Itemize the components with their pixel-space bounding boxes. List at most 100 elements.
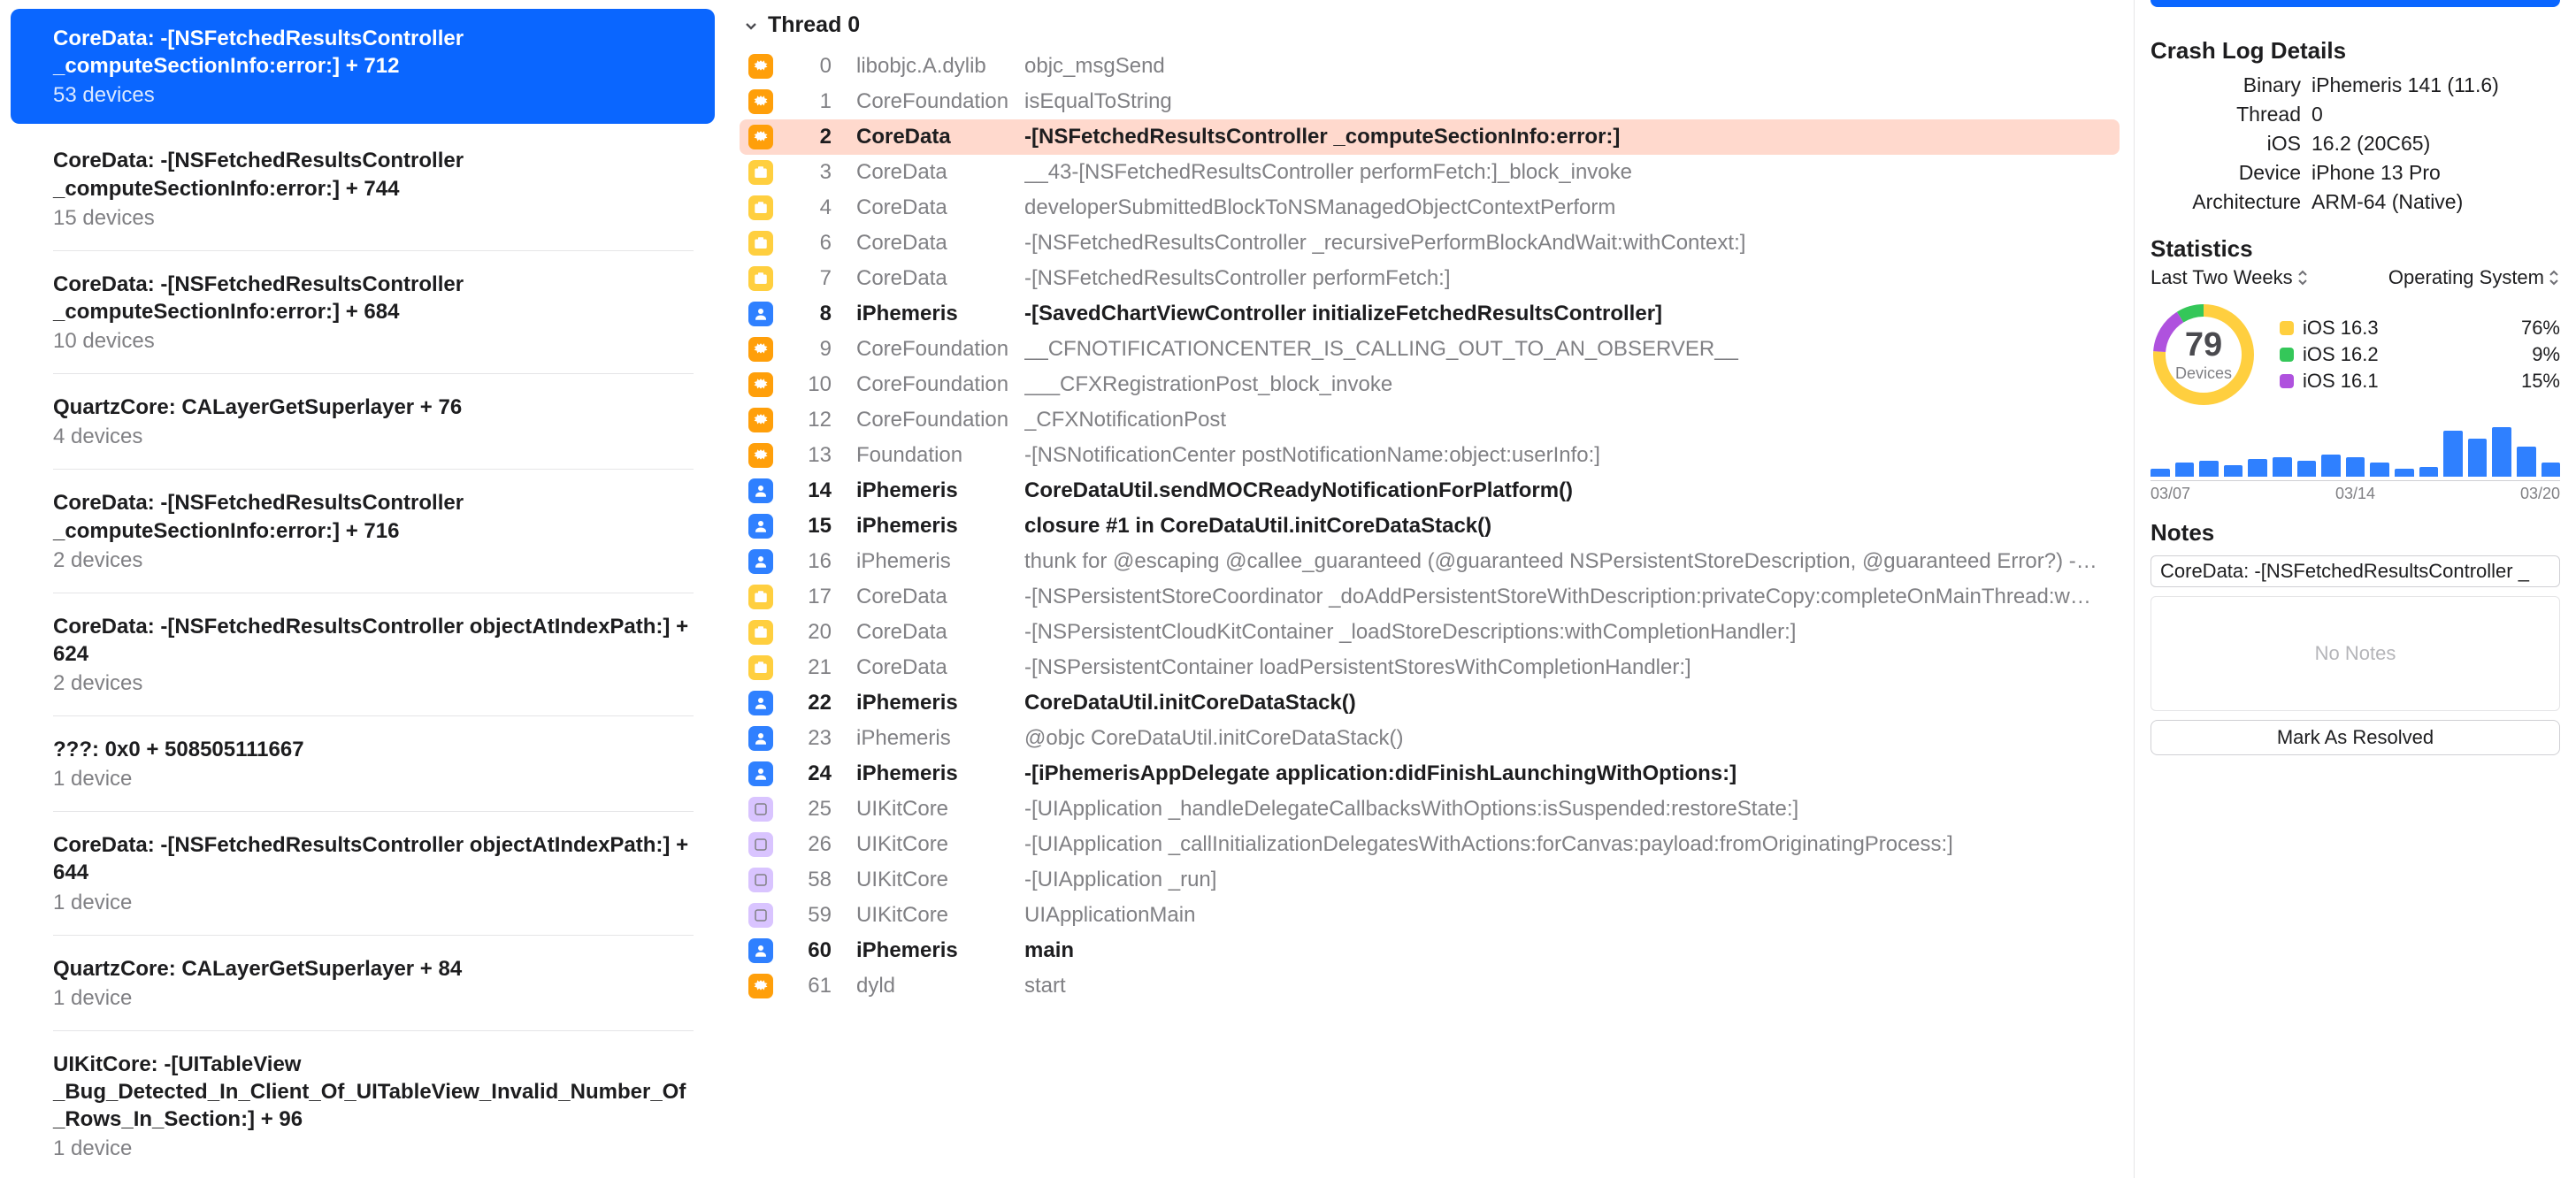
crash-list-item[interactable]: CoreData: -[NSFetchedResultsController _… xyxy=(11,473,715,588)
crash-title: CoreData: -[NSFetchedResultsController _… xyxy=(53,271,694,325)
crash-device-count: 2 devices xyxy=(53,548,694,573)
frame-symbol: -[iPhemerisAppDelegate application:didFi… xyxy=(1024,761,2111,786)
stack-frame[interactable]: 17CoreData-[NSPersistentStoreCoordinator… xyxy=(740,579,2120,615)
stack-frame[interactable]: 21CoreData-[NSPersistentContainer loadPe… xyxy=(740,650,2120,685)
time-range-select[interactable]: Last Two Weeks xyxy=(2150,266,2309,289)
crash-list-item[interactable]: CoreData: -[NSFetchedResultsController _… xyxy=(11,131,715,246)
frame-index: 20 xyxy=(794,620,856,645)
legend-percent: 9% xyxy=(2532,343,2560,366)
stack-frame[interactable]: 60iPhemerismain xyxy=(740,933,2120,968)
frame-index: 6 xyxy=(794,231,856,256)
timeline-bar xyxy=(2443,431,2463,477)
frame-library: CoreData xyxy=(856,125,1024,149)
crash-list-item[interactable]: CoreData: -[NSFetchedResultsController o… xyxy=(11,597,715,712)
frame-symbol: main xyxy=(1024,938,2111,963)
frame-index: 12 xyxy=(794,408,856,432)
crash-title: QuartzCore: CALayerGetSuperlayer + 76 xyxy=(53,394,694,421)
detail-row: BinaryiPhemeris 141 (11.6) xyxy=(2150,73,2560,97)
axis-tick: 03/07 xyxy=(2150,485,2190,503)
stack-frame[interactable]: 8iPhemeris-[SavedChartViewController ini… xyxy=(740,296,2120,332)
crash-list-item[interactable]: CoreData: -[NSFetchedResultsController _… xyxy=(11,9,715,124)
frame-library: libobjc.A.dylib xyxy=(856,54,1024,79)
stack-frame[interactable]: 25UIKitCore-[UIApplication _handleDelega… xyxy=(740,792,2120,827)
crash-list-item[interactable]: CoreData: -[NSFetchedResultsController _… xyxy=(11,255,715,370)
crash-device-count: 1 device xyxy=(53,986,694,1011)
stack-frame[interactable]: 13Foundation-[NSNotificationCenter postN… xyxy=(740,438,2120,473)
frame-index: 16 xyxy=(794,549,856,574)
timeline-bar xyxy=(2224,465,2243,477)
detail-row: ArchitectureARM-64 (Native) xyxy=(2150,190,2560,214)
thread-label: Thread 0 xyxy=(768,12,860,38)
mark-resolved-button[interactable]: Mark As Resolved xyxy=(2150,720,2560,755)
axis-tick: 03/20 xyxy=(2520,485,2560,503)
stack-frame[interactable]: 1CoreFoundationisEqualToString xyxy=(740,84,2120,119)
frame-origin-icon xyxy=(748,160,773,185)
frame-symbol: -[UIApplication _callInitializationDeleg… xyxy=(1024,832,2111,857)
stack-frame[interactable]: 22iPhemerisCoreDataUtil.initCoreDataStac… xyxy=(740,685,2120,721)
stack-frame[interactable]: 14iPhemerisCoreDataUtil.sendMOCReadyNoti… xyxy=(740,473,2120,509)
crash-device-count: 1 device xyxy=(53,891,694,915)
timeline-bar xyxy=(2419,467,2439,477)
timeline-bar xyxy=(2150,469,2170,477)
open-in-project-button[interactable] xyxy=(2150,0,2560,7)
crash-list-item[interactable]: CoreData: -[NSFetchedResultsController o… xyxy=(11,815,715,930)
crash-list-item[interactable]: QuartzCore: CALayerGetSuperlayer + 84 1 d… xyxy=(11,939,715,1027)
notes-title-field[interactable]: CoreData: -[NSFetchedResultsController _ xyxy=(2150,555,2560,587)
frame-symbol: -[NSFetchedResultsController performFetc… xyxy=(1024,266,2111,291)
frame-library: UIKitCore xyxy=(856,868,1024,892)
crash-list-item[interactable]: QuartzCore: CALayerGetSuperlayer + 764 d… xyxy=(11,378,715,465)
timeline-bar xyxy=(2468,439,2488,477)
crash-device-count: 15 devices xyxy=(53,206,694,231)
detail-value: iPhone 13 Pro xyxy=(2312,161,2441,185)
frame-library: CoreData xyxy=(856,585,1024,609)
stack-frame[interactable]: 10CoreFoundation___CFXRegistrationPost_b… xyxy=(740,367,2120,402)
frame-origin-icon xyxy=(748,89,773,114)
stack-frame[interactable]: 9CoreFoundation__CFNOTIFICATIONCENTER_IS… xyxy=(740,332,2120,367)
frame-library: CoreData xyxy=(856,231,1024,256)
frame-library: UIKitCore xyxy=(856,903,1024,928)
detail-value: ARM-64 (Native) xyxy=(2312,190,2463,214)
frame-symbol: -[UIApplication _run] xyxy=(1024,868,2111,892)
stack-frame[interactable]: 12CoreFoundation_CFXNotificationPost xyxy=(740,402,2120,438)
devices-donut-chart: 79 Devices xyxy=(2150,302,2257,408)
notes-body-field[interactable]: No Notes xyxy=(2150,596,2560,711)
stack-frame[interactable]: 58UIKitCore-[UIApplication _run] xyxy=(740,862,2120,898)
stack-frame[interactable]: 2CoreData-[NSFetchedResultsController _c… xyxy=(740,119,2120,155)
detail-row: Thread0 xyxy=(2150,103,2560,126)
crash-title: QuartzCore: CALayerGetSuperlayer + 84 xyxy=(53,955,694,983)
stack-frame[interactable]: 61dyldstart xyxy=(740,968,2120,1004)
frame-index: 10 xyxy=(794,372,856,397)
groupby-select[interactable]: Operating System xyxy=(2388,266,2560,289)
crash-list-item[interactable]: ???: 0x0 + 5085051116671 device xyxy=(11,720,715,807)
stack-frame[interactable]: 6CoreData-[NSFetchedResultsController _r… xyxy=(740,226,2120,261)
stack-frame[interactable]: 24iPhemeris-[iPhemerisAppDelegate applic… xyxy=(740,756,2120,792)
stack-frame[interactable]: 3CoreData__43-[NSFetchedResultsControlle… xyxy=(740,155,2120,190)
stack-frame[interactable]: 23iPhemeris@objc CoreDataUtil.initCoreDa… xyxy=(740,721,2120,756)
frame-symbol: -[NSPersistentCloudKitContainer _loadSto… xyxy=(1024,620,2111,645)
timeline-bar xyxy=(2395,469,2414,477)
frame-index: 8 xyxy=(794,302,856,326)
timeline-bar xyxy=(2346,457,2365,477)
crash-title: CoreData: -[NSFetchedResultsController _… xyxy=(53,147,694,202)
frame-index: 58 xyxy=(794,868,856,892)
frame-library: CoreData xyxy=(856,160,1024,185)
frame-library: CoreFoundation xyxy=(856,408,1024,432)
stack-frame[interactable]: 0libobjc.A.dylibobjc_msgSend xyxy=(740,49,2120,84)
timeline-chart xyxy=(2150,427,2560,477)
legend-percent: 15% xyxy=(2521,370,2560,393)
frame-symbol: isEqualToString xyxy=(1024,89,2111,114)
frame-origin-icon xyxy=(748,903,773,928)
stack-frame[interactable]: 7CoreData-[NSFetchedResultsController pe… xyxy=(740,261,2120,296)
frame-library: iPhemeris xyxy=(856,302,1024,326)
detail-row: DeviceiPhone 13 Pro xyxy=(2150,161,2560,185)
stack-frame[interactable]: 20CoreData-[NSPersistentCloudKitContaine… xyxy=(740,615,2120,650)
thread-header[interactable]: Thread 0 xyxy=(740,12,2120,49)
stack-frame[interactable]: 15iPhemerisclosure #1 in CoreDataUtil.in… xyxy=(740,509,2120,544)
frame-origin-icon xyxy=(748,195,773,220)
frame-index: 3 xyxy=(794,160,856,185)
stack-frame[interactable]: 4CoreDatadeveloperSubmittedBlockToNSMana… xyxy=(740,190,2120,226)
stack-frame[interactable]: 26UIKitCore-[UIApplication _callInitiali… xyxy=(740,827,2120,862)
stack-frame[interactable]: 16iPhemeristhunk for @escaping @callee_g… xyxy=(740,544,2120,579)
stack-frame[interactable]: 59UIKitCoreUIApplicationMain xyxy=(740,898,2120,933)
crash-list-item[interactable]: UIKitCore: -[UITableView _Bug_Detected_I… xyxy=(11,1035,715,1178)
